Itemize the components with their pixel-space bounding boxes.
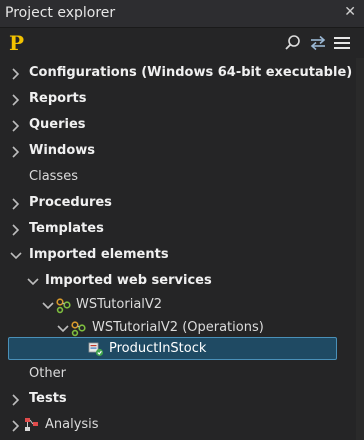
tree-item-classes[interactable]: Classes <box>0 164 356 190</box>
tree-item-other[interactable]: Other <box>0 361 356 387</box>
chevron-right-icon[interactable] <box>9 222 23 236</box>
tree-item-imported-elements[interactable]: Imported elements <box>0 242 356 268</box>
tree-item-windows[interactable]: Windows <box>0 138 356 164</box>
panel-titlebar: Project explorer ✕ <box>0 0 364 28</box>
panel-title: Project explorer <box>5 5 116 21</box>
tree-item-label: Templates <box>29 221 104 236</box>
tree-item-label: Procedures <box>29 195 112 210</box>
tree-item-configurations[interactable]: Configurations (Windows 64-bit executabl… <box>0 60 356 86</box>
tree-item-label: Imported elements <box>29 247 169 262</box>
project-logo-icon: P <box>9 31 25 55</box>
web-service-icon <box>56 298 71 314</box>
chevron-down-icon[interactable] <box>41 298 55 312</box>
sync-icon[interactable] <box>309 34 327 52</box>
tree-item-label: Queries <box>29 117 86 132</box>
menu-icon[interactable] <box>333 34 351 52</box>
chevron-down-icon[interactable] <box>26 274 40 288</box>
tree-item-label: Reports <box>29 91 87 106</box>
chevron-right-icon[interactable] <box>9 118 23 132</box>
tree-item-productinstock[interactable]: ProductInStock <box>8 337 337 360</box>
tree-item-label: Configurations (Windows 64-bit executabl… <box>29 65 353 80</box>
chevron-right-icon[interactable] <box>9 66 23 80</box>
tree-item-tests[interactable]: Tests <box>0 386 356 412</box>
chevron-right-icon[interactable] <box>9 196 23 210</box>
analysis-icon <box>24 417 38 431</box>
vertical-scrollbar[interactable] <box>356 58 364 440</box>
tree-item-label: ProductInStock <box>109 341 207 356</box>
tree-item-label: WSTutorialV2 <box>76 297 163 312</box>
chevron-down-icon[interactable] <box>56 321 70 335</box>
tree-item-templates[interactable]: Templates <box>0 216 356 242</box>
tree-item-procedures[interactable]: Procedures <box>0 190 356 216</box>
search-icon[interactable] <box>284 34 302 52</box>
chevron-right-icon[interactable] <box>9 418 23 432</box>
chevron-down-icon[interactable] <box>9 248 23 262</box>
tree-item-label: Analysis <box>45 417 99 432</box>
operation-icon <box>88 341 104 357</box>
chevron-right-icon[interactable] <box>9 392 23 406</box>
tree-item-label: WSTutorialV2 (Operations) <box>92 320 264 335</box>
tree-item-label: Windows <box>29 143 96 158</box>
close-icon[interactable]: ✕ <box>344 4 356 20</box>
tree-item-imported-web-services[interactable]: Imported web services <box>0 268 356 294</box>
tree-item-label: Imported web services <box>45 273 212 288</box>
tree-item-label: Tests <box>29 391 67 406</box>
tree-item-queries[interactable]: Queries <box>0 112 356 138</box>
tree-item-label: Classes <box>29 169 78 184</box>
panel-toolbar: P <box>0 28 364 58</box>
tree-item-analysis[interactable]: Analysis <box>0 412 356 438</box>
web-service-icon <box>71 321 86 337</box>
tree-item-reports[interactable]: Reports <box>0 86 356 112</box>
tree-item-label: Other <box>29 366 66 381</box>
chevron-right-icon[interactable] <box>9 144 23 158</box>
chevron-right-icon[interactable] <box>9 92 23 106</box>
